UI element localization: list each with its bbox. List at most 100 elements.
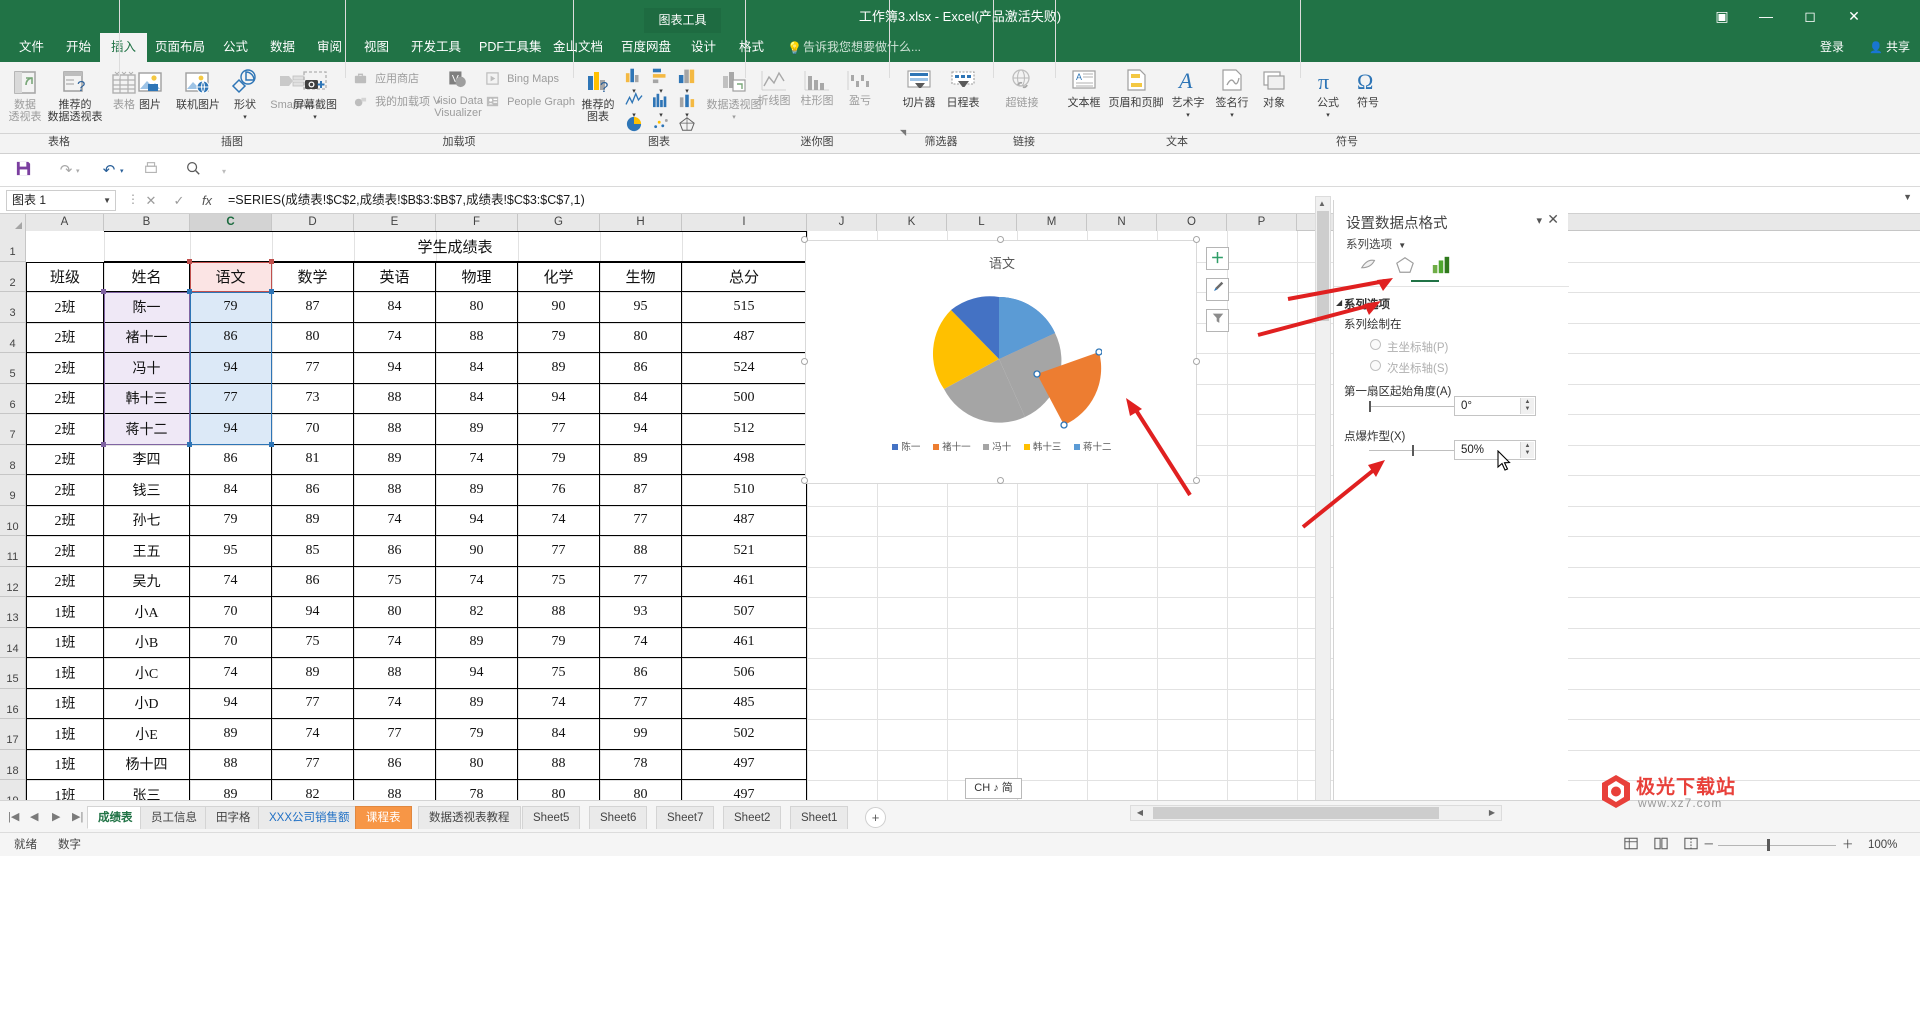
table-cell[interactable]: 524 [682, 353, 807, 384]
ribbon-bing-maps[interactable]: Bing Maps [485, 71, 567, 89]
table-cell[interactable]: 70 [272, 414, 354, 445]
tab-pdf-tools[interactable]: PDF工具集 [468, 33, 553, 62]
chart-styles-button[interactable] [1206, 278, 1229, 301]
legend-item-2[interactable]: 冯十 [983, 439, 1011, 453]
table-cell[interactable]: 74 [518, 688, 600, 719]
table-cell[interactable]: 小E [104, 719, 190, 750]
table-cell[interactable]: 79 [518, 627, 600, 658]
zoom-slider-knob[interactable] [1767, 839, 1770, 851]
table-cell[interactable]: 487 [682, 322, 807, 353]
table-cell[interactable]: 钱三 [104, 475, 190, 506]
chart-handle-ne[interactable] [1193, 236, 1200, 243]
row-header-6[interactable]: 6 [0, 383, 25, 414]
row-header-12[interactable]: 12 [0, 566, 25, 597]
table-cell[interactable]: 90 [436, 536, 518, 567]
table-cell[interactable]: 1班 [26, 627, 104, 658]
chart-handle-nw[interactable] [801, 236, 808, 243]
table-cell[interactable]: 76 [518, 475, 600, 506]
sheet-tab-kechengbiao[interactable]: 课程表 [355, 806, 412, 829]
table-cell[interactable]: 88 [436, 322, 518, 353]
first-slice-angle-spin-down[interactable]: ▼ [1520, 405, 1534, 414]
tab-developer[interactable]: 开发工具 [400, 33, 472, 62]
table-cell[interactable]: 79 [190, 292, 272, 323]
table-cell[interactable]: 89 [518, 353, 600, 384]
table-cell[interactable]: 2班 [26, 536, 104, 567]
column-header-o[interactable]: O [1157, 214, 1227, 231]
sheet-tab-sheet2[interactable]: Sheet2 [723, 806, 782, 829]
sheet-tab-pivot-tutorial[interactable]: 数据透视表教程 [418, 806, 521, 829]
qat-customize-icon[interactable]: ▾ [222, 167, 226, 176]
category-range-outline-handle[interactable] [269, 258, 274, 264]
sheet-nav-prev-icon[interactable]: ◀ [30, 810, 38, 823]
legend-item-0[interactable]: 陈一 [892, 439, 920, 453]
tab-view[interactable]: 视图 [353, 33, 400, 62]
table-cell[interactable]: 81 [272, 444, 354, 475]
ribbon-recommended-charts[interactable]: ? 推荐的 图表 [578, 68, 618, 123]
table-cell[interactable]: 蒋十二 [104, 414, 190, 445]
table-cell[interactable]: 88 [354, 658, 436, 689]
table-cell[interactable]: 87 [600, 475, 682, 506]
sheet-nav-next-icon[interactable]: ▶ [52, 810, 60, 823]
row-header-3[interactable]: 3 [0, 292, 25, 323]
table-cell[interactable]: 77 [272, 688, 354, 719]
row-header-4[interactable]: 4 [0, 322, 25, 353]
table-header-cell[interactable]: 物理 [436, 261, 518, 292]
ribbon-sparkline-line[interactable]: 折线图 [753, 68, 795, 108]
table-cell[interactable]: 502 [682, 719, 807, 750]
table-cell[interactable]: 2班 [26, 353, 104, 384]
table-cell[interactable]: 89 [436, 688, 518, 719]
sheet-tab-yuangongxinxi[interactable]: 员工信息 [140, 806, 208, 829]
table-cell[interactable]: 77 [518, 414, 600, 445]
row-header-5[interactable]: 5 [0, 353, 25, 384]
table-cell[interactable]: 75 [272, 627, 354, 658]
maximize-button[interactable]: ◻ [1788, 0, 1832, 33]
table-cell[interactable]: 86 [600, 353, 682, 384]
table-cell[interactable]: 2班 [26, 292, 104, 323]
slice-handle-bottom[interactable] [1060, 421, 1068, 429]
table-cell[interactable]: 2班 [26, 475, 104, 506]
chart-elements-button[interactable]: ＋ [1206, 247, 1229, 270]
tab-chart-format[interactable]: 格式 [728, 33, 775, 62]
sheet-tab-sheet6[interactable]: Sheet6 [589, 806, 648, 829]
print-preview-icon[interactable] [140, 160, 162, 182]
tell-me-search[interactable]: 告诉我您想要做什么... [803, 33, 921, 62]
expand-formula-bar-icon[interactable]: ▼ [1903, 192, 1912, 202]
table-cell[interactable]: 86 [354, 536, 436, 567]
select-all-corner[interactable] [0, 214, 26, 231]
normal-view-icon[interactable] [1622, 837, 1640, 853]
column-header-c[interactable]: C [190, 214, 272, 231]
table-cell[interactable]: 吴九 [104, 566, 190, 597]
ribbon-radar-chart[interactable] [671, 116, 703, 134]
table-cell[interactable]: 461 [682, 566, 807, 597]
tab-formulas[interactable]: 公式 [212, 33, 259, 62]
close-button[interactable]: ✕ [1832, 0, 1876, 33]
hscroll-right-icon[interactable]: ▶ [1484, 807, 1500, 819]
series-values-range-outline-handle[interactable] [269, 289, 274, 294]
table-cell[interactable]: 461 [682, 627, 807, 658]
row-header-18[interactable]: 18 [0, 749, 25, 780]
table-cell[interactable]: 75 [354, 566, 436, 597]
horizontal-scroll-thumb[interactable] [1153, 807, 1439, 819]
table-cell[interactable]: 86 [272, 566, 354, 597]
tab-insert[interactable]: 插入 [100, 33, 148, 62]
row-header-7[interactable]: 7 [0, 414, 25, 445]
table-cell[interactable]: 88 [518, 749, 600, 780]
chart-handle-w[interactable] [801, 358, 808, 365]
table-cell[interactable]: 95 [600, 292, 682, 323]
zoom-out-button[interactable]: － [1703, 837, 1715, 853]
table-cell[interactable]: 74 [190, 566, 272, 597]
ribbon-picture[interactable]: 图片 [130, 68, 170, 112]
table-cell[interactable]: 521 [682, 536, 807, 567]
quick-print-icon[interactable] [182, 160, 204, 182]
table-cell[interactable]: 87 [272, 292, 354, 323]
ribbon-header-footer[interactable]: 页眉和页脚 [1106, 68, 1166, 110]
insert-function-icon[interactable]: fx [196, 191, 218, 210]
ribbon-people-graph[interactable]: People Graph [485, 94, 580, 112]
ribbon-equation[interactable]: π 公式 ▾ [1308, 68, 1348, 121]
table-cell[interactable]: 84 [436, 353, 518, 384]
legend-item-3[interactable]: 韩十三 [1023, 439, 1061, 453]
table-cell[interactable]: 77 [272, 749, 354, 780]
table-cell[interactable]: 94 [190, 353, 272, 384]
column-header-d[interactable]: D [272, 214, 354, 231]
undo-dropdown-icon[interactable]: ▾ [120, 167, 124, 175]
